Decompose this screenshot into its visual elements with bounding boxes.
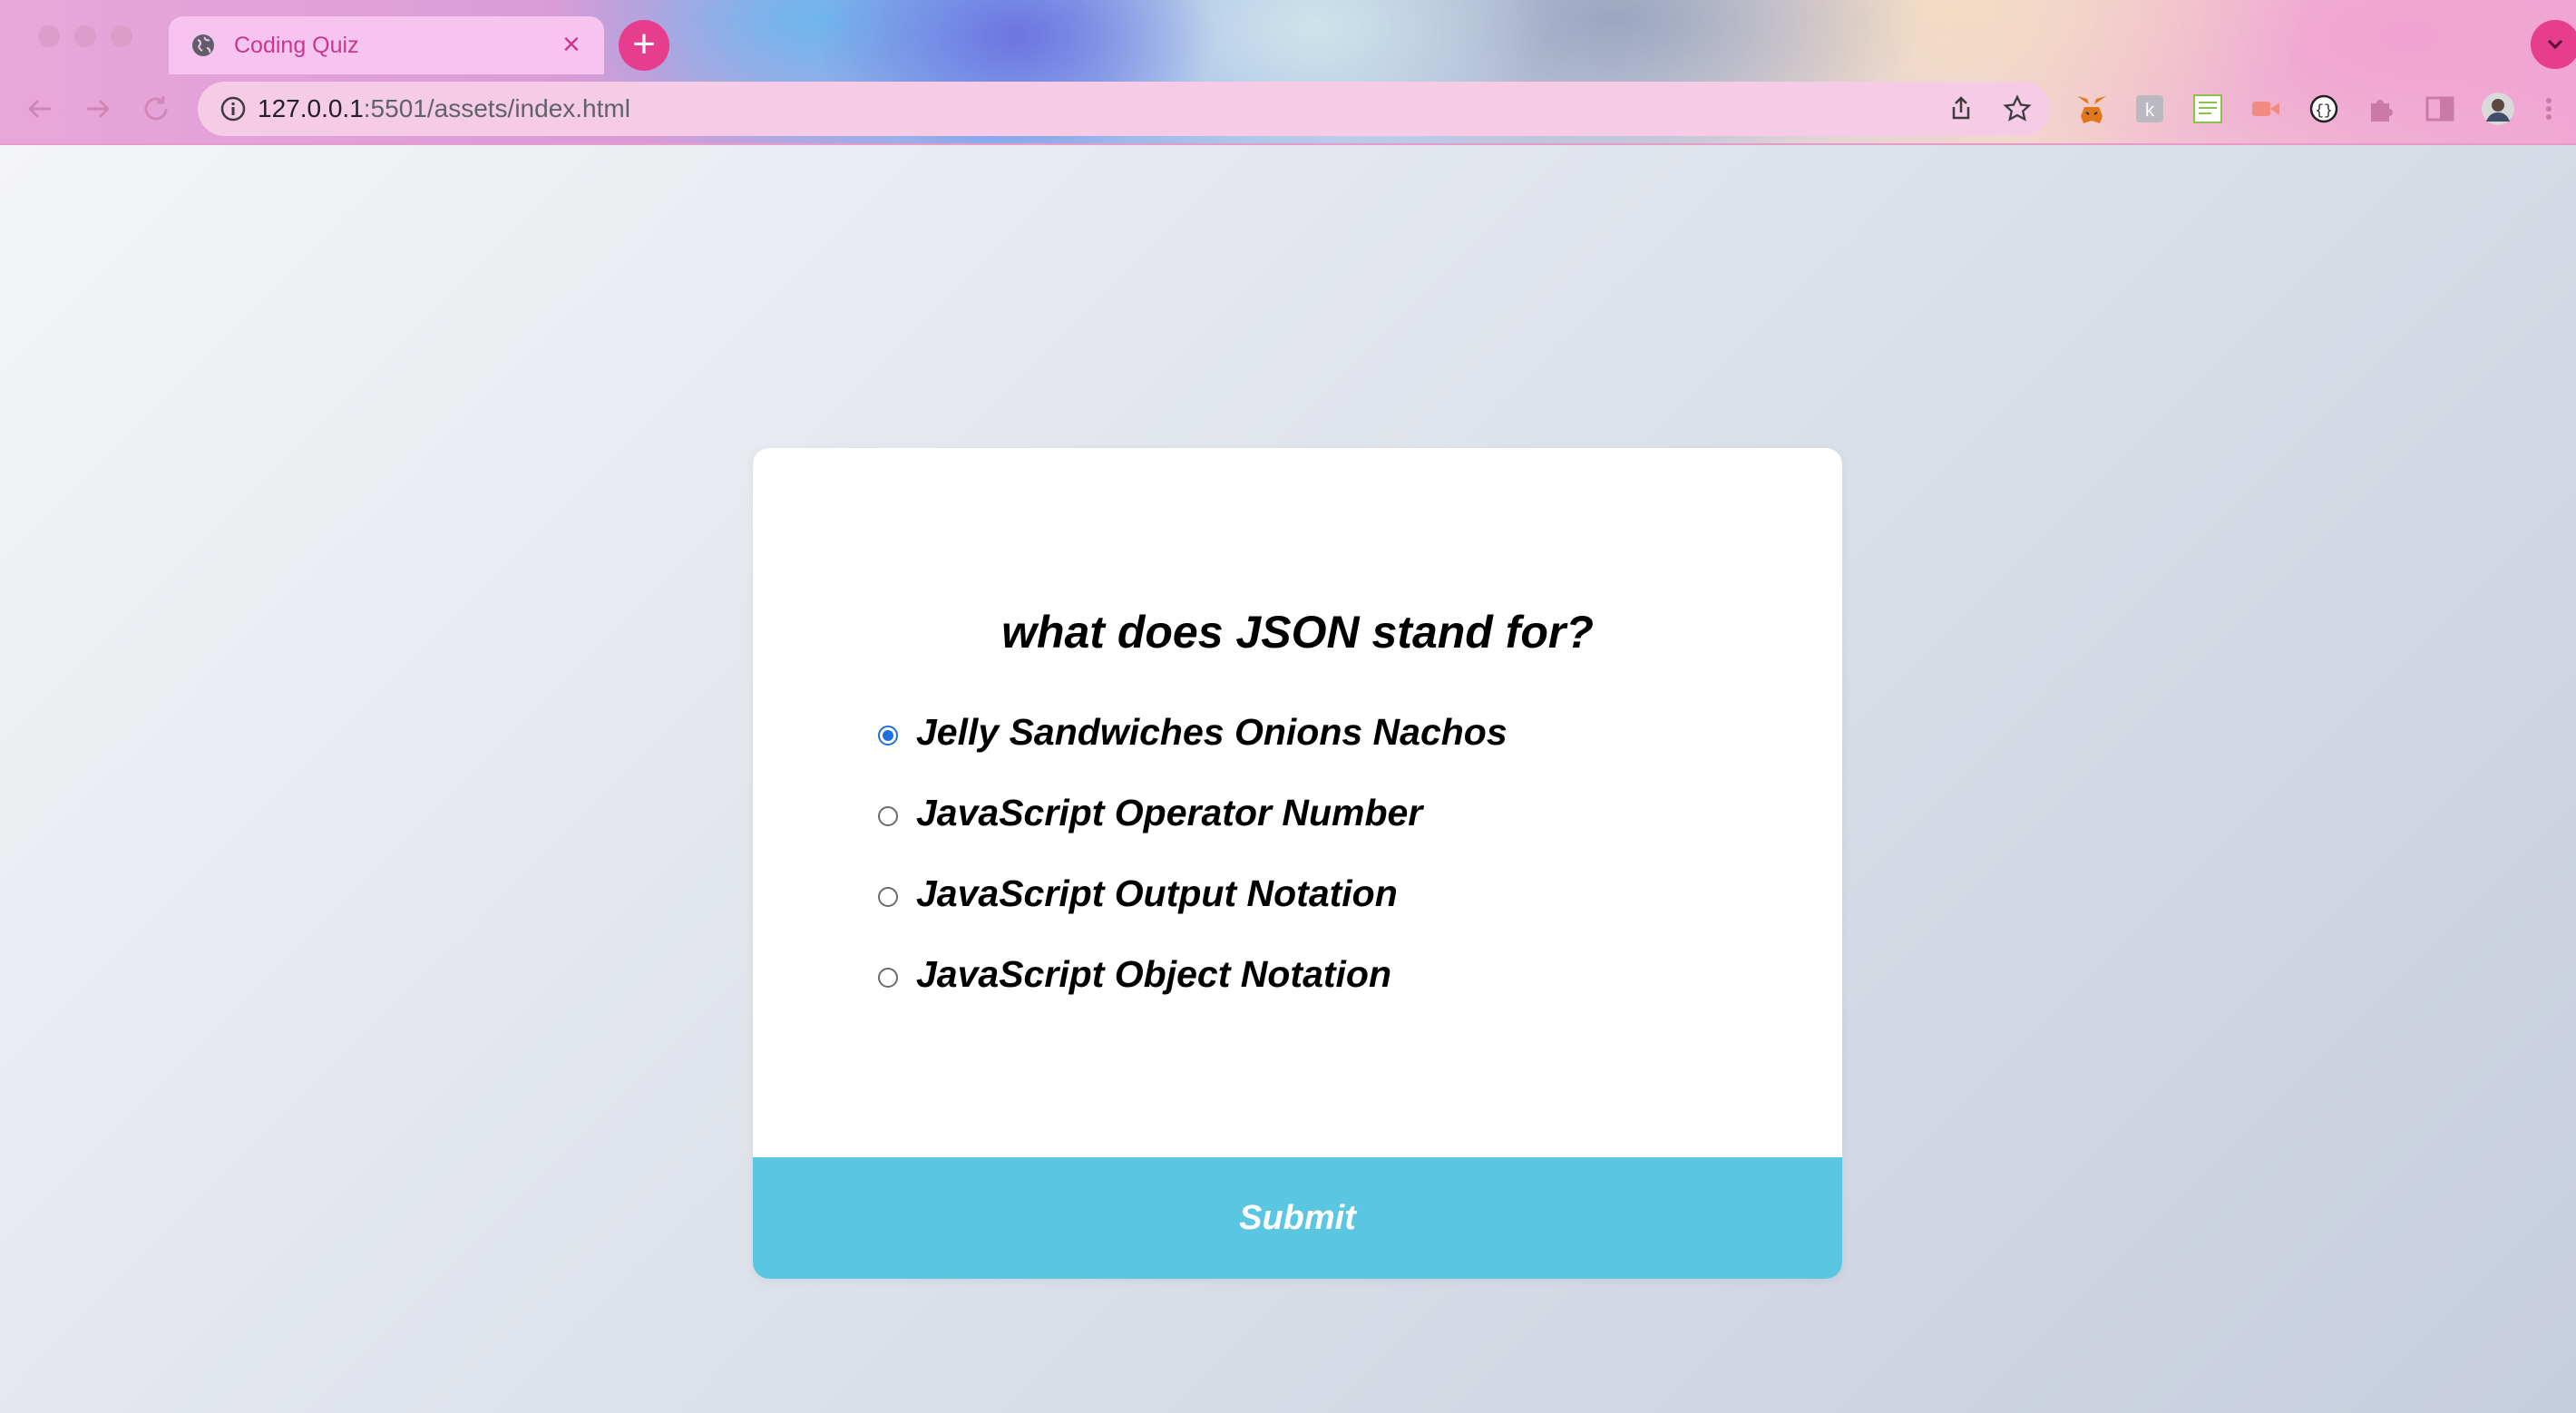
info-icon[interactable] [220, 95, 247, 122]
browser-chrome: Coding Quiz × + 127.0.0.1:5501/assets/in… [0, 0, 2576, 145]
close-icon[interactable]: × [562, 29, 581, 60]
extension-icon[interactable] [2190, 91, 2226, 127]
forward-icon[interactable] [80, 91, 116, 127]
question-title: what does JSON stand for? [1001, 607, 1594, 658]
window-zoom-dot[interactable] [111, 25, 132, 47]
answer-radio-2[interactable] [878, 806, 898, 826]
avatar[interactable] [2480, 91, 2516, 127]
svg-text:k: k [2145, 101, 2155, 121]
answer-option-2[interactable]: JavaScript Operator Number [878, 792, 1694, 846]
extension-icon[interactable]: {} [2306, 91, 2342, 127]
reload-icon[interactable] [138, 91, 174, 127]
answer-label-2[interactable]: JavaScript Operator Number [916, 792, 1422, 834]
page-background: what does JSON stand for? Jelly Sandwich… [0, 145, 2576, 1413]
tab-title: Coding Quiz [234, 33, 359, 58]
answer-option-1[interactable]: Jelly Sandwiches Onions Nachos [878, 711, 1694, 765]
menu-dots-icon[interactable] [2540, 91, 2558, 127]
back-icon[interactable] [22, 91, 58, 127]
window-minimize-dot[interactable] [74, 25, 96, 47]
sidebar-icon[interactable] [2422, 91, 2458, 127]
svg-text:{}: {} [2315, 102, 2332, 119]
answer-label-4[interactable]: JavaScript Object Notation [916, 953, 1391, 996]
answer-radio-4[interactable] [878, 968, 898, 988]
answer-label-1[interactable]: Jelly Sandwiches Onions Nachos [916, 711, 1508, 754]
answer-option-4[interactable]: JavaScript Object Notation [878, 953, 1694, 1008]
chevron-down-icon[interactable] [2531, 20, 2576, 69]
globe-icon [192, 34, 214, 56]
plus-icon[interactable]: + [619, 20, 669, 71]
window-close-dot[interactable] [38, 25, 60, 47]
extension-icon[interactable]: k [2132, 91, 2168, 127]
answer-label-3[interactable]: JavaScript Output Notation [916, 872, 1398, 915]
metamask-icon[interactable] [2073, 91, 2110, 127]
answer-option-3[interactable]: JavaScript Output Notation [878, 872, 1694, 927]
quiz-card: what does JSON stand for? Jelly Sandwich… [753, 448, 1842, 1279]
answer-radio-1[interactable] [878, 726, 898, 745]
tab-coding-quiz[interactable]: Coding Quiz × [169, 16, 604, 74]
address-bar[interactable]: 127.0.0.1:5501/assets/index.html [198, 82, 2050, 136]
share-icon[interactable] [1947, 94, 1976, 123]
extension-icon[interactable] [2248, 91, 2284, 127]
answer-radio-3[interactable] [878, 887, 898, 907]
url-text[interactable]: 127.0.0.1:5501/assets/index.html [258, 94, 630, 123]
puzzle-icon[interactable] [2364, 91, 2400, 127]
star-icon[interactable] [2003, 94, 2032, 123]
submit-button[interactable]: Submit [753, 1157, 1842, 1279]
